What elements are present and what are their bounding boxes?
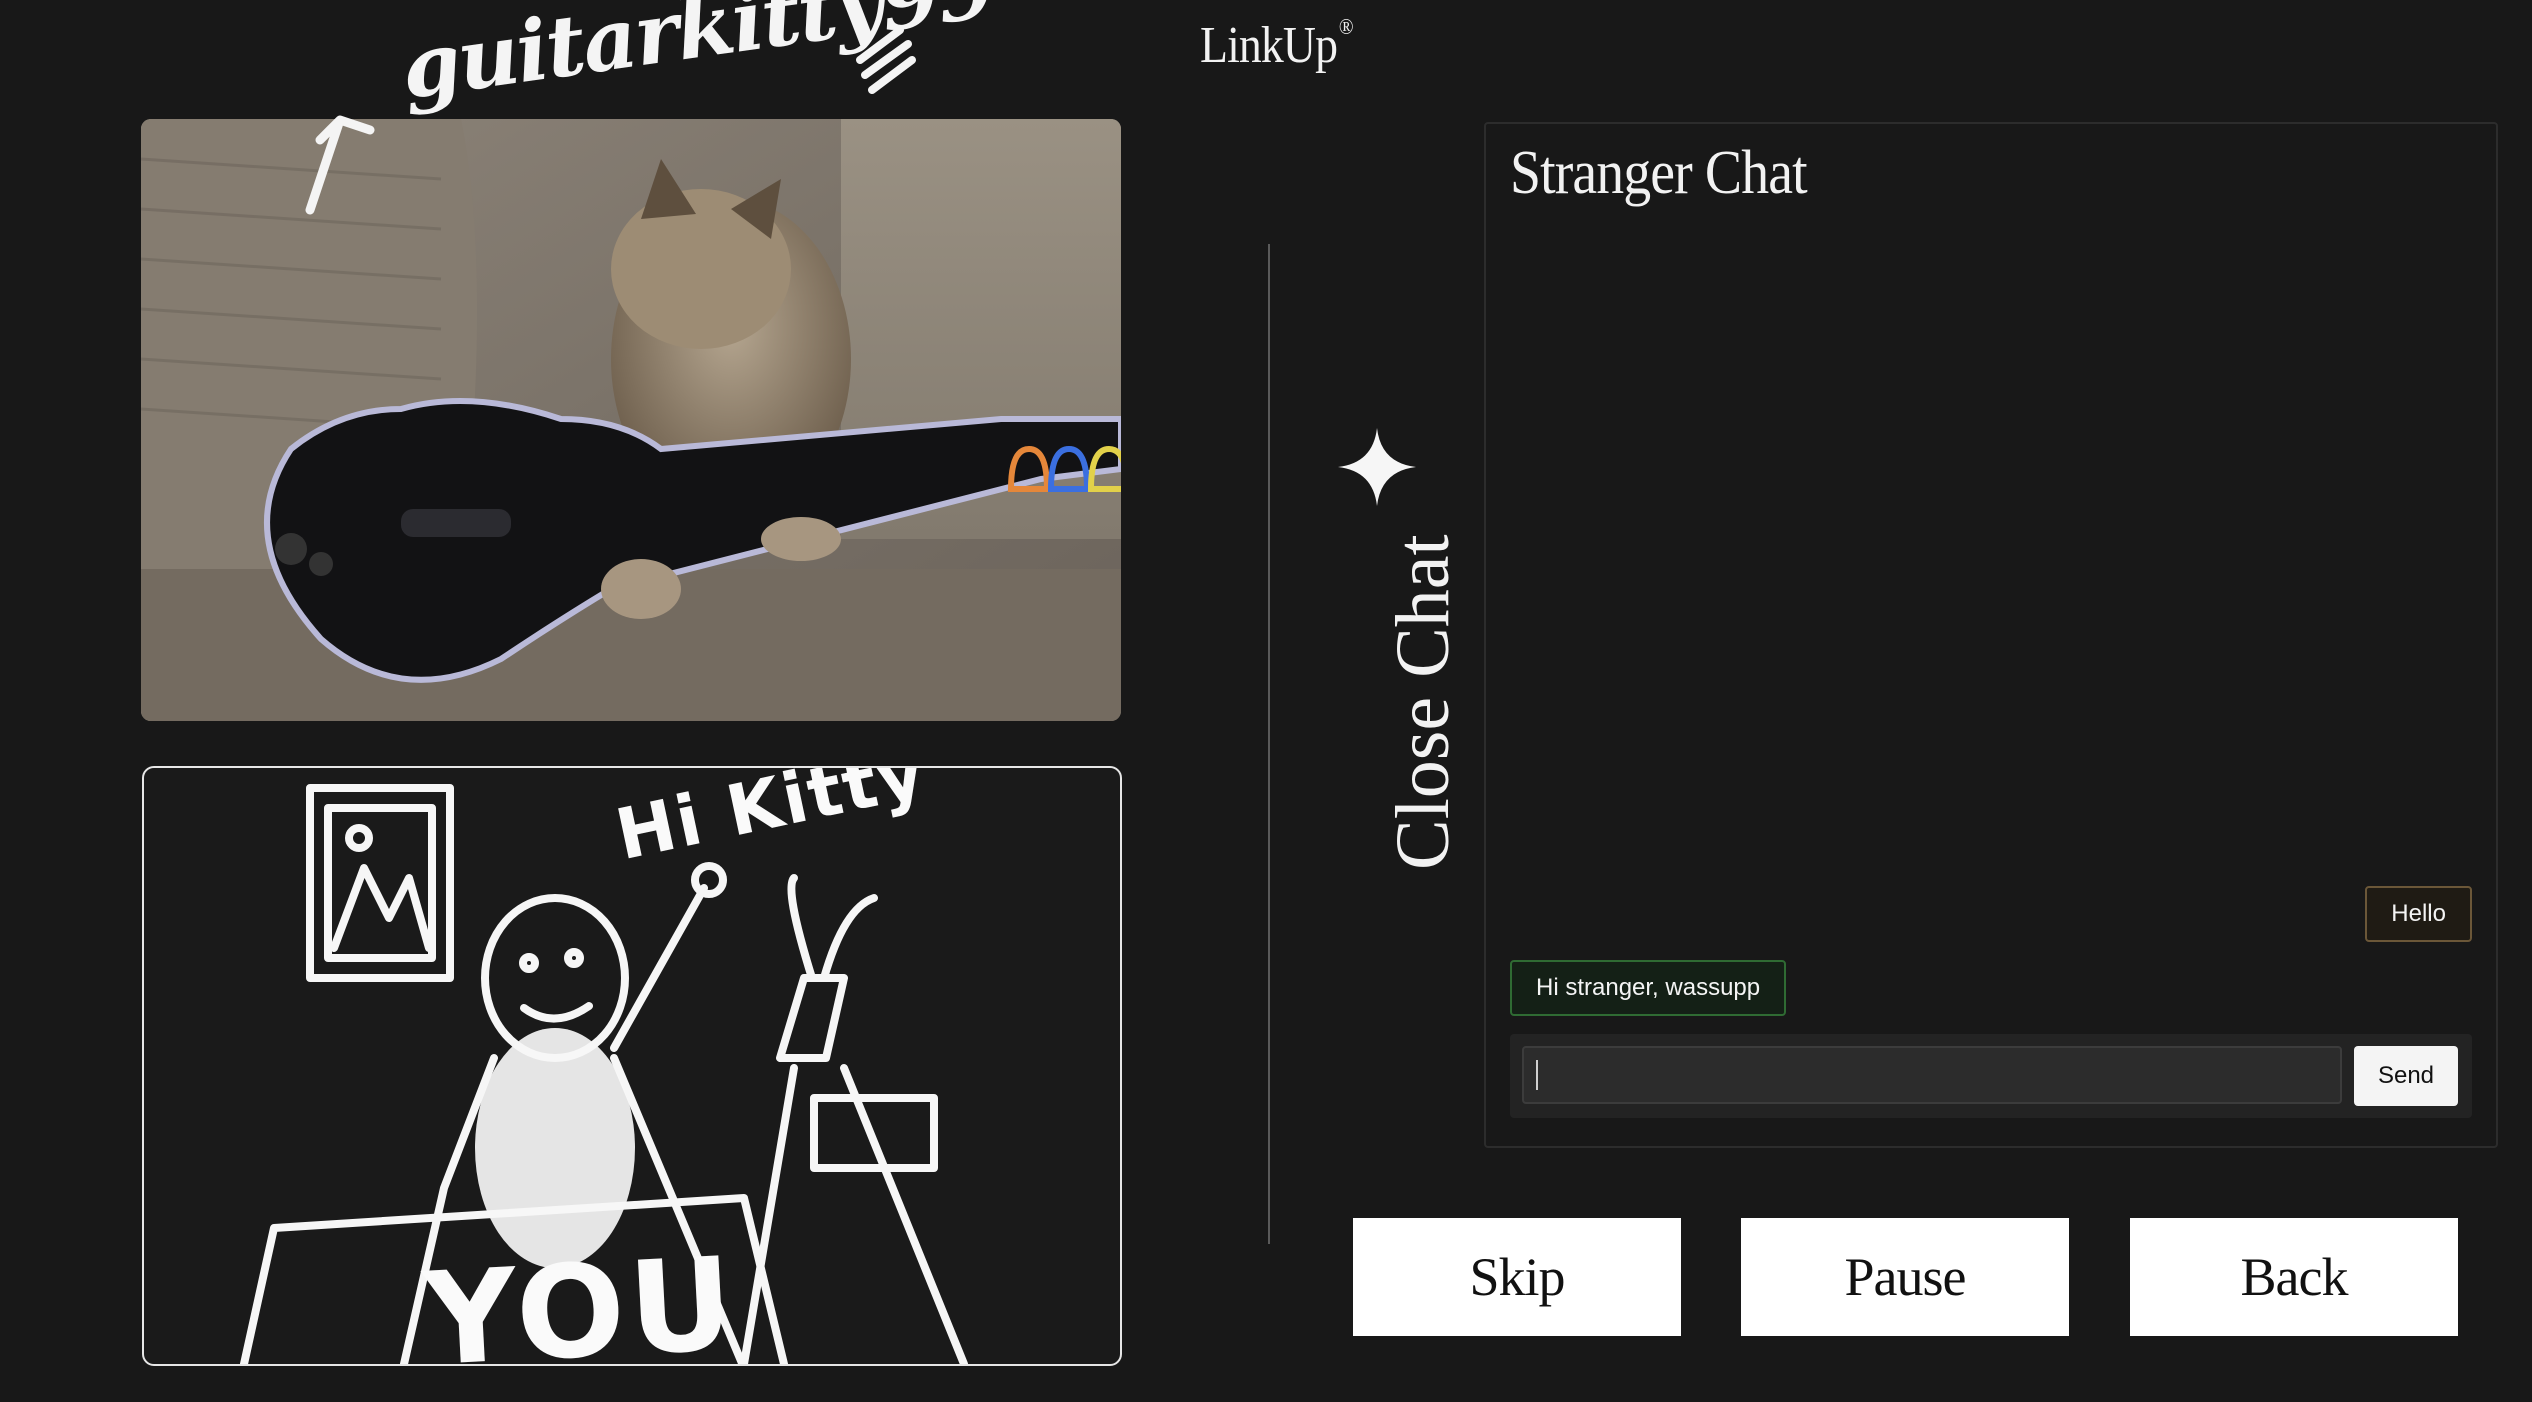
chat-composer: Send	[1510, 1034, 2472, 1118]
logo-text: LinkUp	[1200, 17, 1338, 74]
close-chat-button[interactable]: Close Chat	[1330, 420, 1465, 870]
self-video-feed: Hi Kitty YOU	[142, 766, 1122, 1366]
close-chat-label: Close Chat	[1381, 534, 1465, 870]
app-logo: LinkUp®	[1200, 14, 1354, 75]
chat-message-sent: Hello	[2365, 886, 2472, 942]
skip-button[interactable]: Skip	[1353, 1218, 1681, 1336]
back-button[interactable]: Back	[2130, 1218, 2458, 1336]
pause-button[interactable]: Pause	[1741, 1218, 2069, 1336]
chat-message-received: Hi stranger, wassupp	[1510, 960, 1787, 1016]
vertical-divider	[1268, 244, 1270, 1244]
chat-message-input[interactable]	[1522, 1046, 2342, 1104]
send-button[interactable]: Send	[2354, 1046, 2458, 1106]
registered-mark: ®	[1338, 14, 1354, 39]
remote-video-feed	[141, 119, 1121, 721]
remote-video-image	[141, 119, 1121, 721]
remote-username: guitarkitty99	[395, 0, 1000, 119]
text-caret	[1536, 1060, 1538, 1090]
self-you-doodle: YOU	[420, 1229, 741, 1366]
chat-panel: Stranger Chat Hello Hi stranger, wassupp…	[1484, 122, 2498, 1148]
chat-title: Stranger Chat	[1510, 139, 1808, 207]
app-root: LinkUp® guitarkitty99 Hi Kitty YOU Close…	[0, 0, 2532, 1402]
